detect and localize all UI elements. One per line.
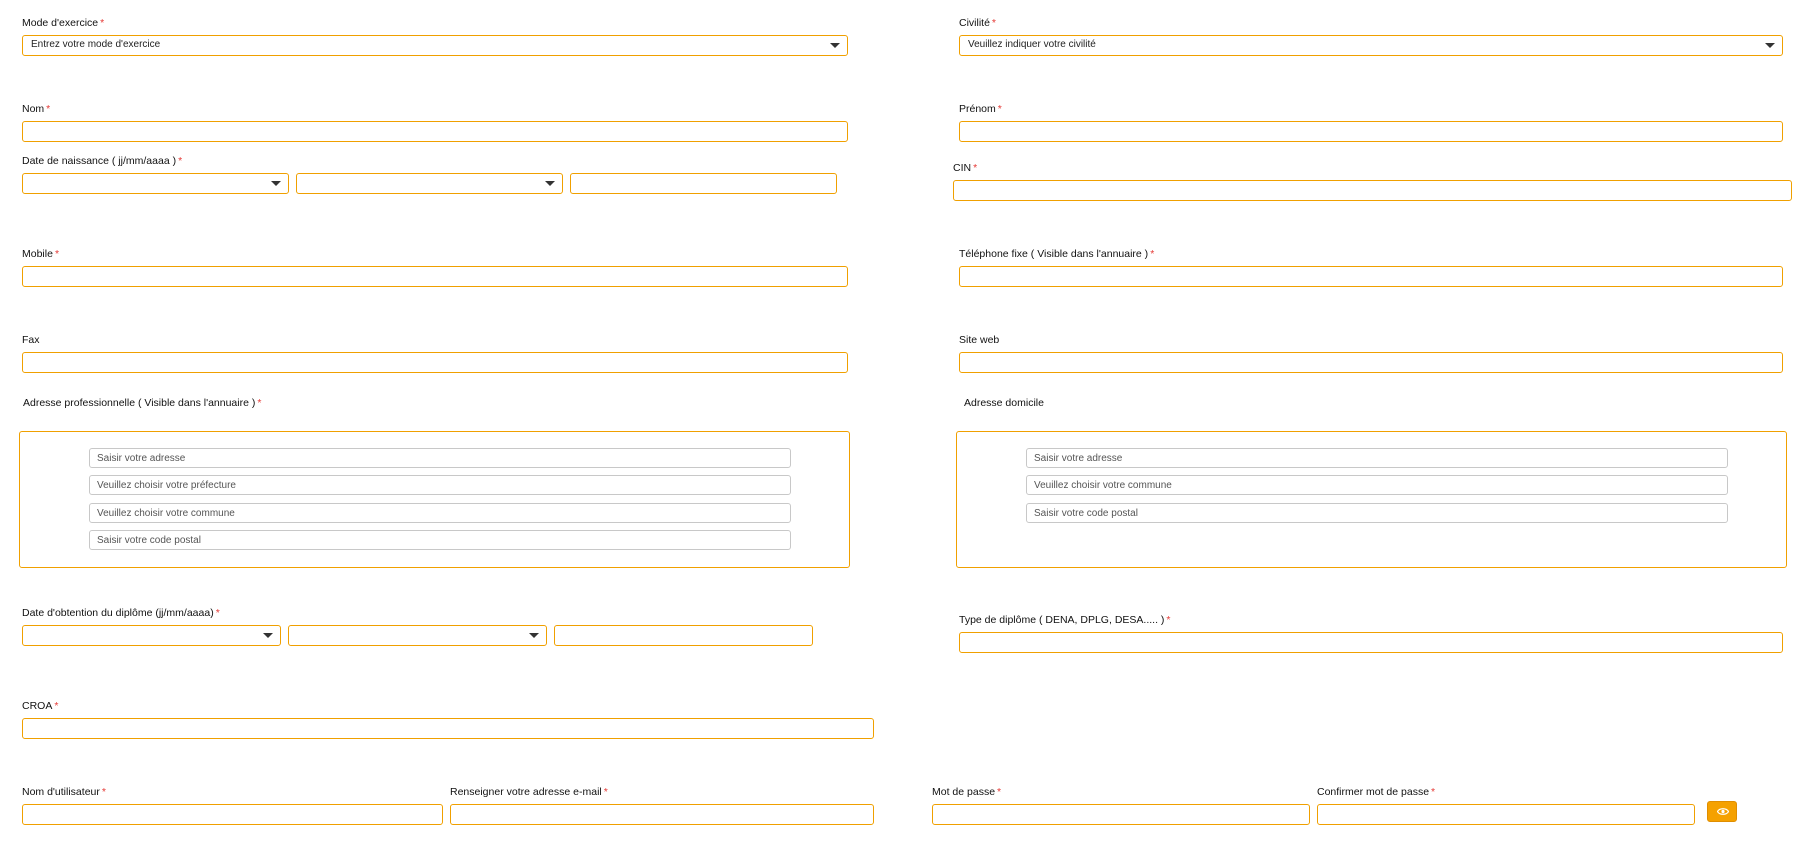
mode-exercice-label: Mode d'exercice * bbox=[22, 17, 105, 29]
adresse-pro-group: Saisir votre adresse Veuillez choisir vo… bbox=[19, 431, 850, 568]
cin-input[interactable] bbox=[953, 180, 1792, 201]
nom-label: Nom * bbox=[22, 103, 51, 115]
fax-label: Fax bbox=[22, 334, 40, 346]
civilite-label: Civilité * bbox=[959, 17, 997, 29]
caret-down-icon bbox=[1765, 43, 1775, 48]
nom-utilisateur-label: Nom d'utilisateur * bbox=[22, 786, 106, 798]
caret-down-icon bbox=[545, 181, 555, 186]
caret-down-icon bbox=[529, 633, 539, 638]
site-web-input[interactable] bbox=[959, 352, 1783, 373]
date-diplome-year-input[interactable] bbox=[554, 625, 813, 646]
mode-exercice-value: Entrez votre mode d'exercice bbox=[31, 39, 161, 50]
mot-de-passe-label: Mot de passe * bbox=[932, 786, 1002, 798]
caret-down-icon bbox=[830, 43, 840, 48]
croa-label: CROA * bbox=[22, 700, 59, 712]
placeholder: Saisir votre adresse bbox=[97, 453, 186, 464]
prenom-label: Prénom * bbox=[959, 103, 1002, 115]
cin-label: CIN * bbox=[953, 162, 978, 174]
adresse-domicile-code-postal-input[interactable]: Saisir votre code postal bbox=[1026, 503, 1728, 523]
placeholder: Veuillez choisir votre commune bbox=[97, 508, 235, 519]
placeholder: Saisir votre adresse bbox=[1034, 453, 1123, 464]
nom-input[interactable] bbox=[22, 121, 848, 142]
email-label: Renseigner votre adresse e-mail * bbox=[450, 786, 608, 798]
date-naissance-label: Date de naissance ( jj/mm/aaaa ) * bbox=[22, 155, 183, 167]
type-diplome-label: Type de diplôme ( DENA, DPLG, DESA..... … bbox=[959, 614, 1171, 626]
date-diplome-label: Date d'obtention du diplôme (jj/mm/aaaa)… bbox=[22, 607, 220, 619]
placeholder: Saisir votre code postal bbox=[1034, 508, 1138, 519]
date-diplome-day-select[interactable] bbox=[22, 625, 281, 646]
caret-down-icon bbox=[271, 181, 281, 186]
adresse-domicile-commune-select[interactable]: Veuillez choisir votre commune bbox=[1026, 475, 1728, 495]
placeholder: Saisir votre code postal bbox=[97, 535, 201, 546]
email-input[interactable] bbox=[450, 804, 874, 825]
adresse-pro-label: Adresse professionnelle ( Visible dans l… bbox=[23, 397, 262, 409]
date-naissance-month-select[interactable] bbox=[296, 173, 563, 194]
nom-utilisateur-input[interactable] bbox=[22, 804, 443, 825]
civilite-select[interactable]: Veuillez indiquer votre civilité bbox=[959, 35, 1783, 56]
adresse-pro-code-postal-input[interactable]: Saisir votre code postal bbox=[89, 530, 791, 550]
caret-down-icon bbox=[263, 633, 273, 638]
placeholder: Veuillez choisir votre commune bbox=[1034, 480, 1172, 491]
adresse-domicile-adresse-input[interactable]: Saisir votre adresse bbox=[1026, 448, 1728, 468]
eye-icon bbox=[1717, 808, 1729, 815]
telephone-fixe-label: Téléphone fixe ( Visible dans l'annuaire… bbox=[959, 248, 1155, 260]
type-diplome-input[interactable] bbox=[959, 632, 1783, 653]
telephone-fixe-input[interactable] bbox=[959, 266, 1783, 287]
prenom-input[interactable] bbox=[959, 121, 1783, 142]
date-naissance-day-select[interactable] bbox=[22, 173, 289, 194]
mobile-label: Mobile * bbox=[22, 248, 60, 260]
adresse-domicile-group: Saisir votre adresse Veuillez choisir vo… bbox=[956, 431, 1787, 568]
civilite-value: Veuillez indiquer votre civilité bbox=[968, 39, 1096, 50]
site-web-label: Site web bbox=[959, 334, 1000, 346]
confirmer-mot-de-passe-label: Confirmer mot de passe * bbox=[1317, 786, 1436, 798]
mode-exercice-select[interactable]: Entrez votre mode d'exercice bbox=[22, 35, 848, 56]
mobile-input[interactable] bbox=[22, 266, 848, 287]
adresse-pro-adresse-input[interactable]: Saisir votre adresse bbox=[89, 448, 791, 468]
adresse-domicile-label: Adresse domicile bbox=[964, 397, 1044, 409]
adresse-pro-prefecture-select[interactable]: Veuillez choisir votre préfecture bbox=[89, 475, 791, 495]
placeholder: Veuillez choisir votre préfecture bbox=[97, 480, 236, 491]
date-naissance-year-input[interactable] bbox=[570, 173, 837, 194]
croa-input[interactable] bbox=[22, 718, 874, 739]
fax-input[interactable] bbox=[22, 352, 848, 373]
adresse-pro-commune-select[interactable]: Veuillez choisir votre commune bbox=[89, 503, 791, 523]
confirmer-mot-de-passe-input[interactable] bbox=[1317, 804, 1695, 825]
date-diplome-month-select[interactable] bbox=[288, 625, 547, 646]
toggle-password-button[interactable] bbox=[1707, 801, 1737, 822]
mot-de-passe-input[interactable] bbox=[932, 804, 1310, 825]
